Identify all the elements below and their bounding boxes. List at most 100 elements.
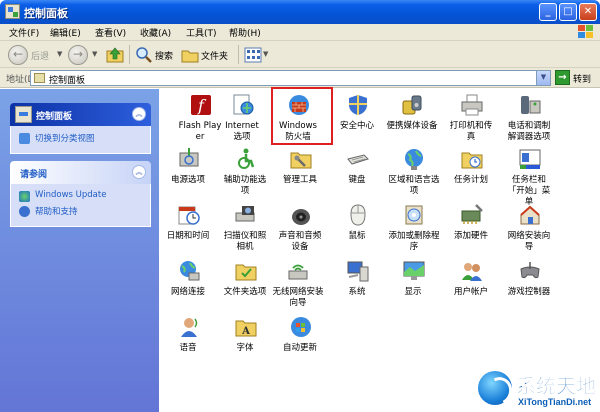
scanners-cameras-item[interactable]: 扫描仪和照相机 [217, 203, 275, 267]
item-label: 声音和音频设备 [278, 231, 322, 252]
menu-help[interactable]: 帮助(H) [229, 26, 261, 39]
item-label: 电话和调制解调器选项 [507, 121, 551, 142]
taskbar-start-menu-item[interactable]: 任务栏和「开始」菜单 [501, 147, 559, 211]
category-view-icon [19, 133, 30, 144]
switch-to-category-view-link[interactable]: 切换到分类视图 [19, 132, 142, 146]
menu-edit[interactable]: 编辑(E) [50, 26, 81, 39]
accessibility-item[interactable]: 辅助功能选项 [217, 147, 275, 211]
views-dropdown-icon[interactable]: ▼ [263, 50, 268, 58]
automatic-updates-item[interactable]: 自动更新 [272, 315, 330, 379]
maximize-button[interactable]: □ [559, 3, 577, 21]
menu-favorites[interactable]: 收藏(A) [140, 26, 171, 39]
item-label: 网络连接 [170, 287, 205, 297]
back-button[interactable]: 后退 [31, 49, 49, 62]
see-also-header[interactable]: 请参阅 ︽ [10, 161, 151, 184]
system-item[interactable]: 系统 [329, 259, 387, 323]
date-time-item[interactable]: 日期和时间 [160, 203, 218, 267]
section-body: Windows Update 帮助和支持 [10, 184, 151, 227]
item-label: 显示 [404, 287, 422, 297]
item-label: 扫描仪和照相机 [223, 231, 267, 252]
go-button[interactable]: → 转到 [555, 70, 597, 86]
windows-update-icon [19, 191, 30, 202]
portable-media-icon [402, 95, 422, 115]
item-label: 添加或删除程序 [388, 231, 440, 252]
mouse-icon [350, 204, 366, 226]
folders-icon[interactable] [181, 46, 199, 64]
search-icon[interactable] [135, 46, 153, 64]
item-label: 安全中心 [339, 121, 374, 131]
user-accounts-item[interactable]: 用户帐户 [443, 259, 501, 323]
item-label: 语音 [179, 343, 197, 353]
display-icon [403, 261, 425, 280]
folders-button[interactable]: 文件夹 [201, 49, 228, 62]
add-hardware-item[interactable]: 添加硬件 [443, 203, 501, 267]
item-label: 文件夹选项 [223, 287, 267, 297]
link-label: 切换到分类视图 [35, 134, 95, 144]
region-language-item[interactable]: 区域和语言选项 [385, 147, 443, 211]
display-item[interactable]: 显示 [385, 259, 443, 323]
mouse-item[interactable]: 鼠标 [329, 203, 387, 267]
admin-tools-icon [290, 152, 312, 169]
see-also-section: 请参阅 ︽ Windows Update 帮助和支持 [10, 161, 151, 227]
item-label: 管理工具 [282, 175, 317, 185]
address-dropdown-icon[interactable]: ▼ [536, 71, 550, 85]
minimize-button[interactable]: _ [539, 3, 557, 21]
task-pane: 控制面板 ︽ 切换到分类视图 请参阅 ︽ Windows Update 帮助和支… [0, 89, 159, 412]
toolbar: ← 后退 ▼ → ▼ 搜索 文件夹 ▼ [0, 41, 600, 68]
wireless-network-setup-item[interactable]: 无线网络安装向导 [269, 259, 327, 323]
item-label: 用户帐户 [453, 287, 488, 297]
up-folder-icon[interactable] [106, 46, 124, 64]
close-button[interactable]: ✕ [579, 3, 597, 21]
back-arrow-icon[interactable]: ← [8, 45, 28, 65]
scheduled-tasks-item[interactable]: 任务计划 [443, 147, 501, 211]
fonts-item[interactable]: A 字体 [217, 315, 275, 379]
item-label: 添加硬件 [453, 231, 488, 241]
control-panel-icon[interactable] [5, 4, 20, 19]
forward-dropdown-icon[interactable]: ▼ [92, 50, 97, 58]
security-center-icon [349, 95, 367, 115]
add-remove-programs-item[interactable]: 添加或删除程序 [385, 203, 443, 267]
item-label: 自动更新 [282, 343, 317, 353]
keyboard-item[interactable]: 键盘 [329, 147, 387, 211]
item-label: Internet 选项 [225, 121, 259, 142]
windows-update-link[interactable]: Windows Update [19, 190, 142, 204]
keyboard-icon [347, 154, 369, 165]
power-options-item[interactable]: 电源选项 [160, 147, 218, 211]
add-hardware-icon [461, 204, 483, 224]
item-label: 无线网络安装向导 [272, 287, 324, 308]
region-language-icon [405, 149, 423, 170]
watermark-title: 系统天地 [516, 374, 597, 399]
search-button[interactable]: 搜索 [155, 49, 173, 62]
menu-tools[interactable]: 工具(T) [186, 26, 217, 39]
printer-icon [461, 94, 483, 116]
link-label: 帮助和支持 [35, 207, 78, 217]
menu-view[interactable]: 查看(V) [95, 26, 126, 39]
network-setup-wizard-item[interactable]: 网络安装向导 [501, 203, 559, 267]
control-panel-items: f Flash Player Internet 选项 Windows 防火墙 安… [159, 89, 600, 412]
folder-options-item[interactable]: 文件夹选项 [217, 259, 275, 323]
phone-modem-icon [521, 96, 541, 114]
control-panel-section-header[interactable]: 控制面板 ︽ [10, 103, 151, 126]
collapse-icon[interactable]: ︽ [132, 107, 146, 121]
speech-item[interactable]: 语音 [160, 315, 218, 379]
menu-file[interactable]: 文件(F) [9, 26, 39, 39]
item-label: 系统 [348, 287, 366, 297]
back-dropdown-icon[interactable]: ▼ [57, 50, 62, 58]
help-support-link[interactable]: 帮助和支持 [19, 205, 142, 219]
toolbar-separator [129, 45, 130, 64]
flash-icon: f [191, 95, 211, 115]
views-icon[interactable] [244, 46, 262, 64]
forward-arrow-icon[interactable]: → [68, 45, 88, 65]
address-input[interactable]: 控制面板 ▼ [30, 70, 551, 86]
game-controllers-item[interactable]: 游戏控制器 [501, 259, 559, 323]
network-connections-item[interactable]: 网络连接 [160, 259, 218, 323]
address-value: 控制面板 [49, 76, 86, 86]
item-label: 字体 [236, 343, 254, 353]
section-title: 请参阅 [20, 170, 48, 180]
administrative-tools-item[interactable]: 管理工具 [272, 147, 330, 211]
sound-audio-item[interactable]: 声音和音频设备 [272, 203, 330, 267]
go-label: 转到 [573, 75, 592, 85]
control-panel-icon [15, 106, 32, 123]
collapse-icon[interactable]: ︽ [132, 165, 146, 179]
item-label: 网络安装向导 [507, 231, 551, 252]
